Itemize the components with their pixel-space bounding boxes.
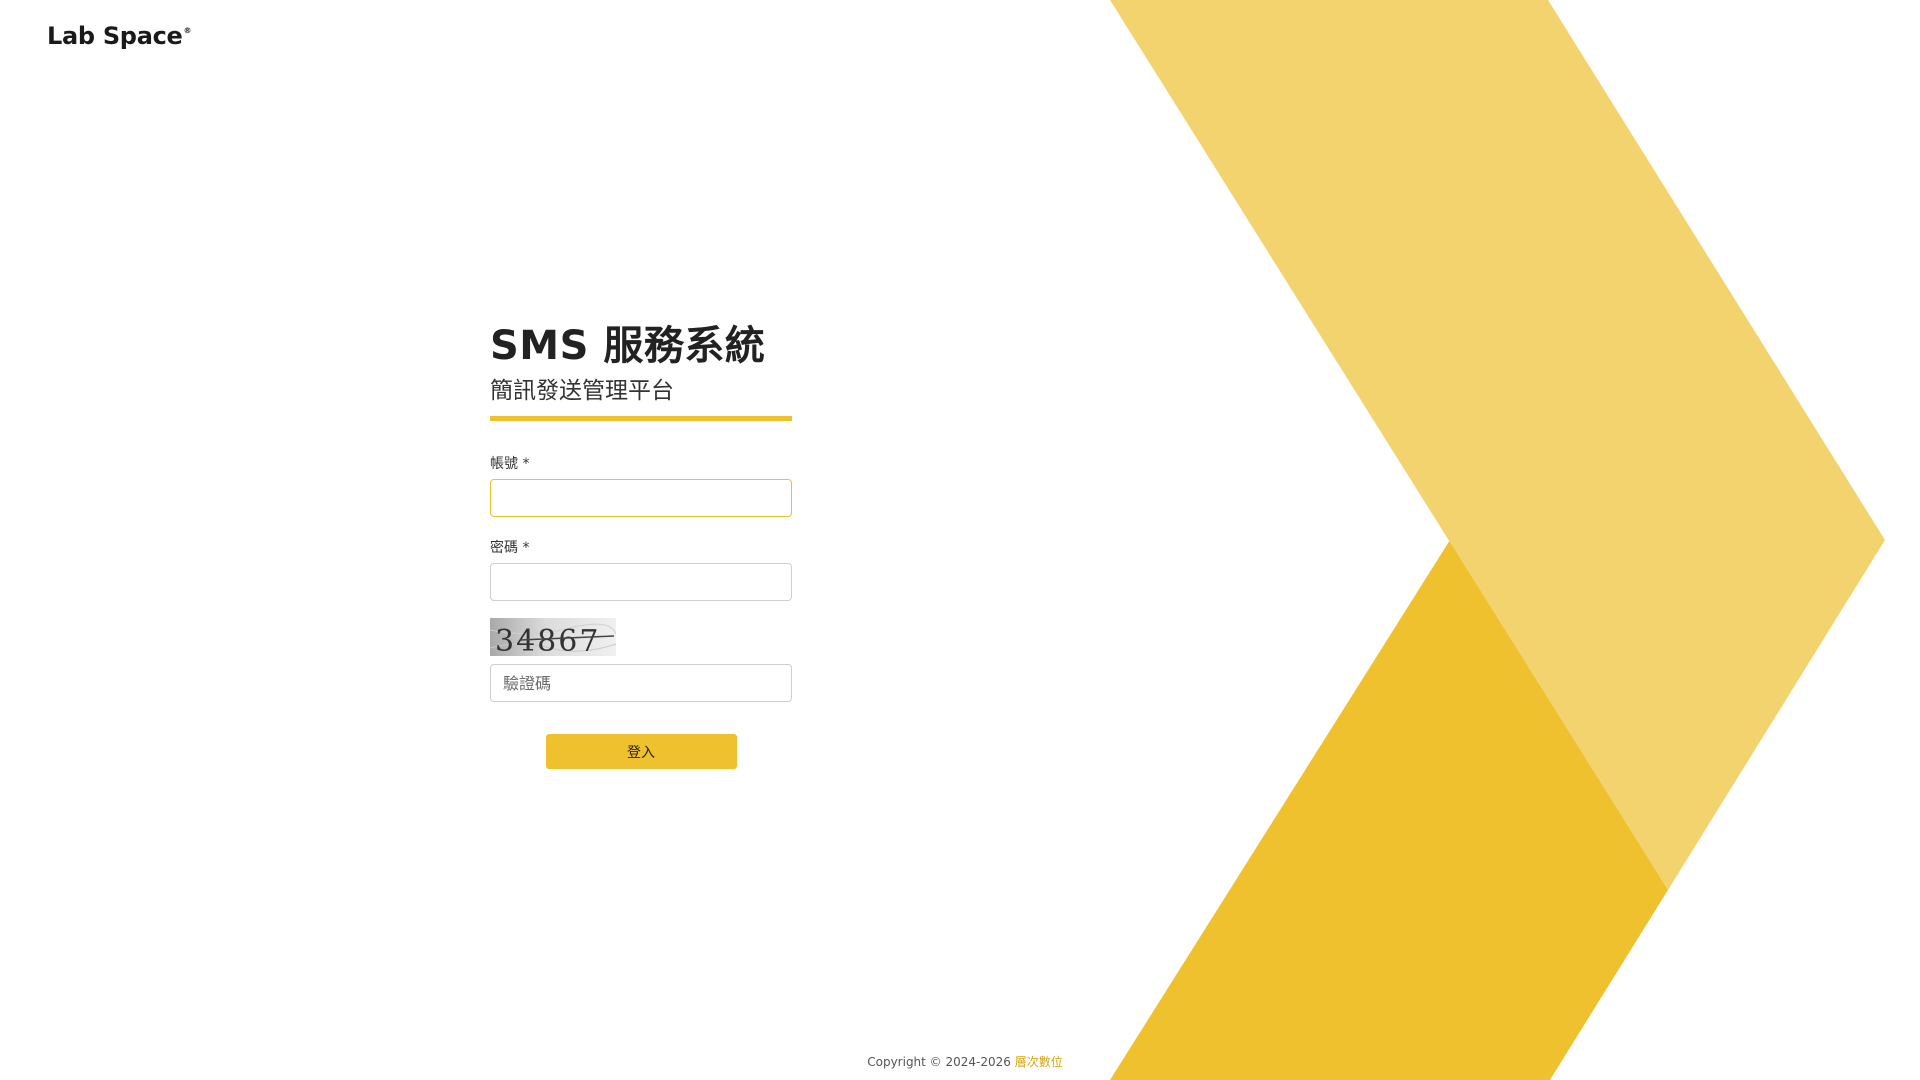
login-form: SMS 服務系統 簡訊發送管理平台 帳號 * 密碼 * 34867 登入 — [490, 322, 792, 769]
captcha-image[interactable]: 34867 — [490, 618, 616, 656]
title-underline — [490, 416, 792, 421]
company-link[interactable]: 層次數位 — [1015, 1055, 1063, 1069]
login-button[interactable]: 登入 — [545, 734, 737, 769]
page-subtitle: 簡訊發送管理平台 — [490, 378, 674, 404]
captcha-text: 34867 — [495, 624, 600, 656]
password-label: 密碼 * — [490, 540, 530, 556]
chevron-background — [1110, 0, 1885, 1080]
registered-mark: ® — [183, 26, 192, 35]
login-page: Lab Space® SMS 服務系統 簡訊發送管理平台 帳號 * 密碼 * 3… — [0, 0, 1920, 1080]
account-label: 帳號 * — [490, 456, 530, 472]
brand-logo: Lab Space® — [47, 22, 191, 50]
account-input[interactable] — [490, 479, 792, 517]
chevron-light-shape — [1110, 0, 1885, 890]
captcha-input[interactable] — [490, 664, 792, 702]
chevron-dark-shape — [1110, 540, 1668, 1080]
page-title: SMS 服務系統 — [490, 323, 766, 369]
brand-name: Lab Space — [47, 22, 183, 50]
copyright-text: Copyright © 2024-2026 — [867, 1055, 1011, 1069]
password-input[interactable] — [490, 563, 792, 601]
footer: Copyright © 2024-2026 層次數位 — [0, 1053, 1920, 1070]
